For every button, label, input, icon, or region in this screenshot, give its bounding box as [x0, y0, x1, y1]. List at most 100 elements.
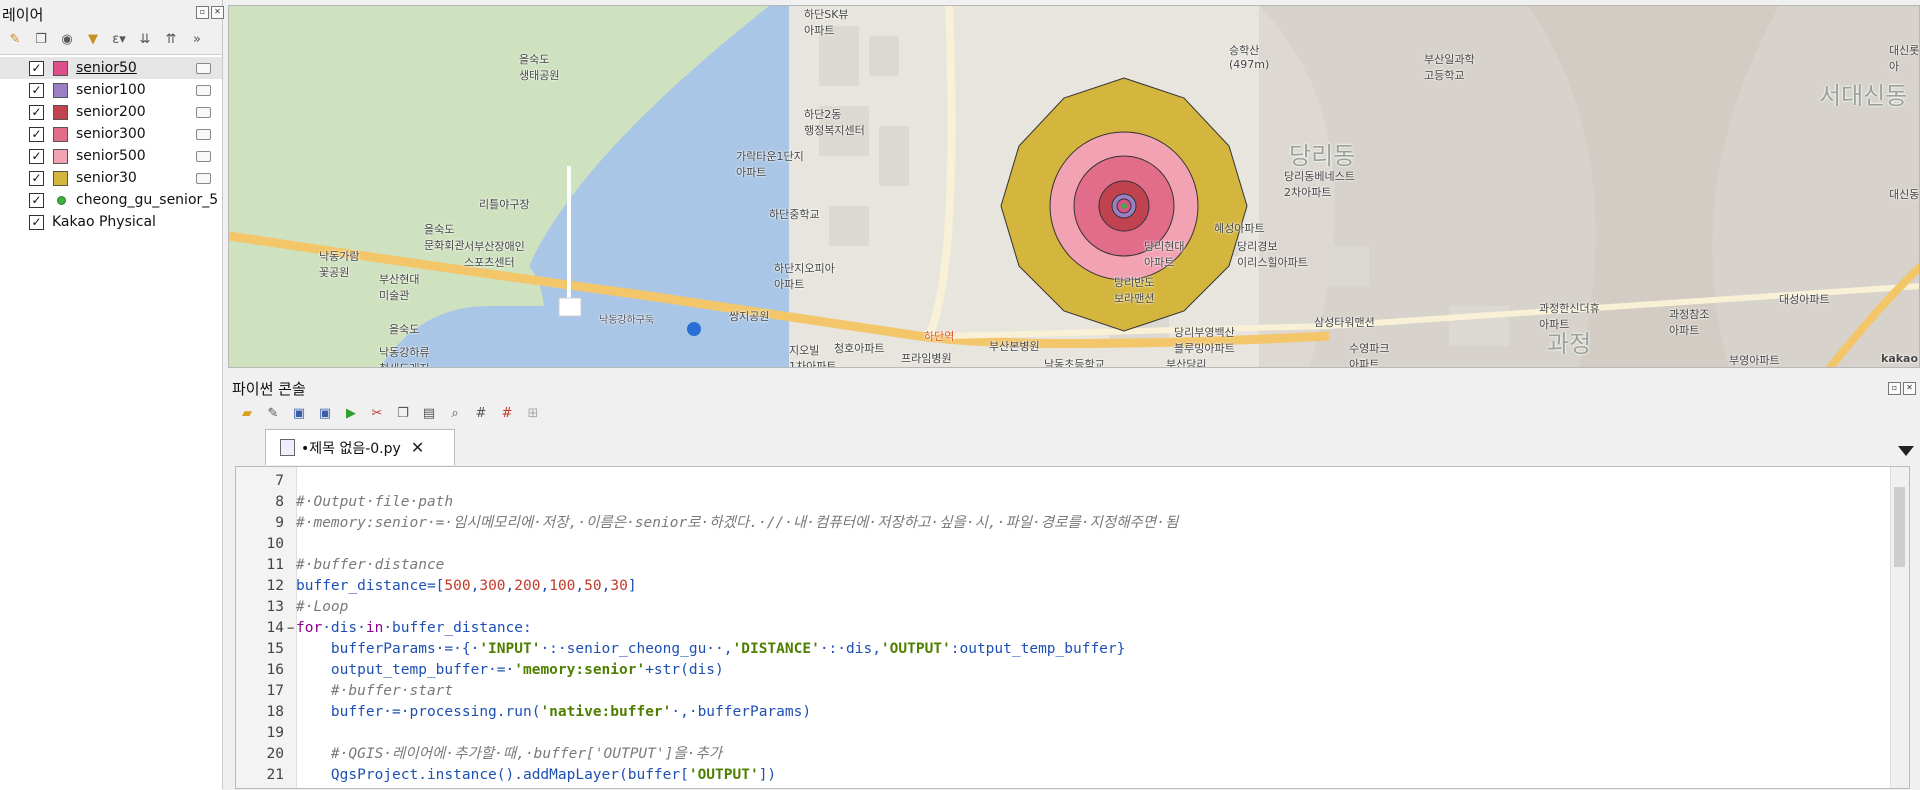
- code-token: #·memory:senior·=·임시메모리에·저장,·이름은·senior로…: [296, 515, 1179, 531]
- code-text: buffer·=·processing.run('native:buffer'·…: [296, 702, 811, 723]
- open-in-external-editor-icon[interactable]: ✎: [264, 404, 282, 422]
- run-script-icon[interactable]: ▶: [342, 404, 360, 422]
- layer-label: senior500: [76, 148, 146, 164]
- code-line[interactable]: 16 output_temp_buffer·=·'memory:senior'+…: [236, 660, 1909, 681]
- code-line[interactable]: 10: [236, 534, 1909, 555]
- map-canvas[interactable]: 하단SK뷰 아파트 을숙도 생태공원 리틀야구장 을숙도 문화회관 서부산장애인…: [228, 5, 1920, 368]
- code-line[interactable]: 14− for·dis·in·buffer_distance:: [236, 618, 1909, 639]
- layer-indicator-icon[interactable]: [196, 62, 211, 74]
- close-panel-icon[interactable]: ✕: [211, 6, 224, 19]
- paste-icon[interactable]: ▤: [420, 404, 438, 422]
- line-number: 17: [266, 683, 284, 699]
- code-token: output_temp_buffer·=·: [296, 662, 515, 678]
- collapse-all-icon[interactable]: ⇈: [162, 30, 180, 48]
- comment-icon[interactable]: #: [472, 404, 490, 422]
- layer-indicator-icon[interactable]: [196, 150, 211, 162]
- map-label: 하단SK뷰 아파트: [804, 8, 849, 37]
- layer-indicator-icon[interactable]: [196, 106, 211, 118]
- save-as-icon[interactable]: ▣: [316, 404, 334, 422]
- find-icon[interactable]: ⌕: [446, 404, 464, 422]
- tab-list-dropdown-icon[interactable]: [1898, 446, 1914, 456]
- manage-map-themes-icon[interactable]: ◉: [58, 30, 76, 48]
- layer-row-senior200[interactable]: ✓ senior200: [0, 101, 222, 123]
- layer-row-senior300[interactable]: ✓ senior300: [0, 123, 222, 145]
- layer-visibility-checkbox[interactable]: ✓: [29, 192, 44, 208]
- layer-indicator-icon[interactable]: [196, 84, 211, 96]
- layer-indicator-icon[interactable]: [196, 128, 211, 140]
- line-number: 14: [266, 620, 284, 636]
- layers-panel-title: 레이어: [2, 6, 44, 24]
- layer-visibility-checkbox[interactable]: ✓: [29, 214, 44, 230]
- layer-visibility-checkbox[interactable]: ✓: [29, 60, 44, 76]
- line-number: 10: [266, 536, 284, 552]
- code-line[interactable]: 12 buffer_distance=[500,300,200,100,50,30…: [236, 576, 1909, 597]
- code-line[interactable]: 11 #·buffer·distance: [236, 555, 1909, 576]
- editor-tab[interactable]: •제목 없음-0.py ✕: [265, 429, 455, 465]
- line-number: 12: [266, 578, 284, 594]
- code-token: #·buffer·start: [330, 683, 454, 699]
- layer-row-senior500[interactable]: ✓ senior500: [0, 145, 222, 167]
- code-line[interactable]: 9 #·memory:senior·=·임시메모리에·저장,·이름은·senior…: [236, 513, 1909, 534]
- code-token: :output_temp_buffer}: [950, 641, 1126, 657]
- map-label: 을숙도 문화회관: [424, 223, 465, 252]
- code-line[interactable]: 18 buffer·=·processing.run('native:buffe…: [236, 702, 1909, 723]
- layer-visibility-checkbox[interactable]: ✓: [29, 170, 44, 186]
- save-icon[interactable]: ▣: [290, 404, 308, 422]
- filter-expression-icon[interactable]: ε▾: [110, 30, 128, 48]
- fold-marker-icon[interactable]: −: [287, 618, 294, 639]
- layers-panel: 레이어 ▫ ✕ ✎ ❐ ◉ ▼ ε▾ ⇊ ⇈ » ✓ senior50 ✓ se…: [0, 0, 224, 790]
- code-text: for·dis·in·buffer_distance:: [296, 618, 532, 639]
- code-line[interactable]: 13 #·Loop: [236, 597, 1909, 618]
- map-label: 당리경보 이리스힐아파트: [1237, 240, 1308, 269]
- object-inspector-icon[interactable]: ⊞: [524, 404, 542, 422]
- layer-visibility-checkbox[interactable]: ✓: [29, 126, 44, 142]
- uncomment-icon[interactable]: #: [498, 404, 516, 422]
- layer-label: senior100: [76, 82, 146, 98]
- code-line[interactable]: 19: [236, 723, 1909, 744]
- code-token: ·buffer_distance:: [383, 620, 532, 636]
- code-line[interactable]: 20 #·QGIS·레이어에·추가할·때,·buffer['OUTPUT']을·…: [236, 744, 1909, 765]
- map-label: 리틀야구장: [479, 198, 530, 211]
- code-token: 30: [610, 578, 628, 594]
- scrollbar-thumb[interactable]: [1894, 487, 1905, 567]
- code-line[interactable]: 8 #·Output·file·path: [236, 492, 1909, 513]
- close-panel-icon[interactable]: ✕: [1903, 382, 1916, 395]
- code-line[interactable]: 15 bufferParams·=·{·'INPUT'·:·senior_che…: [236, 639, 1909, 660]
- code-line[interactable]: 17 #·buffer·start: [236, 681, 1909, 702]
- copy-icon[interactable]: ❐: [394, 404, 412, 422]
- code-text: bufferParams·=·{·'INPUT'·:·senior_cheong…: [296, 639, 1125, 660]
- filter-legend-icon[interactable]: ▼: [84, 30, 102, 48]
- float-panel-icon[interactable]: ▫: [1888, 382, 1901, 395]
- open-layer-styling-icon[interactable]: ✎: [6, 30, 24, 48]
- open-script-icon[interactable]: ▰: [238, 404, 256, 422]
- layer-row-senior50[interactable]: ✓ senior50: [0, 57, 222, 79]
- code-editor[interactable]: 7 8 #·Output·file·path 9 #·memory:senior·=·임…: [235, 466, 1910, 789]
- float-panel-icon[interactable]: ▫: [196, 6, 209, 19]
- map-label: 당리동: [1289, 142, 1356, 170]
- layer-row-cheong-gu-senior[interactable]: ✓ cheong_gu_senior_5: [0, 189, 222, 211]
- map-label: 혜성아파트: [1214, 222, 1265, 235]
- layer-label: senior50: [76, 60, 137, 76]
- layer-visibility-checkbox[interactable]: ✓: [29, 104, 44, 120]
- layer-visibility-checkbox[interactable]: ✓: [29, 148, 44, 164]
- code-token: #·buffer·distance: [296, 557, 445, 573]
- more-icon[interactable]: »: [188, 30, 206, 48]
- layer-row-senior100[interactable]: ✓ senior100: [0, 79, 222, 101]
- code-line[interactable]: 21 QgsProject.instance().addMapLayer(buf…: [236, 765, 1909, 786]
- layer-indicator-icon[interactable]: [196, 172, 211, 184]
- code-token: buffer·=·processing.run(: [296, 704, 541, 720]
- map-label: 대신롯 아: [1889, 44, 1920, 73]
- expand-all-icon[interactable]: ⇊: [136, 30, 154, 48]
- python-file-icon: [280, 439, 295, 456]
- editor-vertical-scrollbar[interactable]: [1890, 467, 1909, 788]
- layer-row-kakao-physical[interactable]: ✓ Kakao Physical: [0, 211, 222, 233]
- add-group-icon[interactable]: ❐: [32, 30, 50, 48]
- layer-row-senior30[interactable]: ✓ senior30: [0, 167, 222, 189]
- python-console-panel: 파이썬 콘솔 ▫ ✕ ▰ ✎ ▣ ▣ ▶ ✂ ❐ ▤ ⌕ # # ⊞ + •제목…: [228, 374, 1920, 789]
- cut-icon[interactable]: ✂: [368, 404, 386, 422]
- close-tab-icon[interactable]: ✕: [411, 438, 424, 457]
- layer-visibility-checkbox[interactable]: ✓: [29, 82, 44, 98]
- map-label: 당리부영백산 블루밍아파트: [1174, 326, 1235, 355]
- code-line[interactable]: 7: [236, 471, 1909, 492]
- layer-symbol-swatch: [53, 104, 68, 120]
